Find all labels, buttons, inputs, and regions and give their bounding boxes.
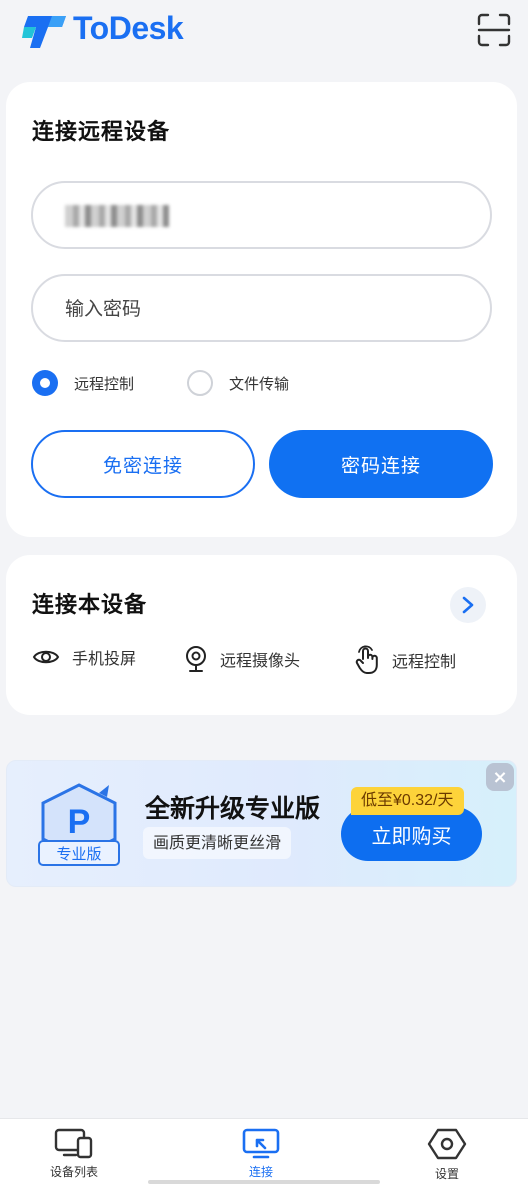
promo-subtitle: 画质更清晰更丝滑 <box>143 827 292 859</box>
bottom-nav: 设备列表 连接 设置 <box>0 1118 528 1184</box>
connect-icon <box>242 1128 280 1159</box>
scan-icon[interactable] <box>476 12 512 48</box>
password-input[interactable] <box>65 294 465 324</box>
settings-hex-icon <box>427 1128 467 1160</box>
nav-label: 连接 <box>248 1165 273 1179</box>
nav-connect[interactable]: 连接 <box>201 1127 321 1180</box>
password-field[interactable] <box>31 274 492 342</box>
feature-label: 手机投屏 <box>72 649 137 668</box>
feature-remote-camera[interactable]: 远程摄像头 <box>184 645 300 673</box>
app-root: ToDesk 连接远程设备 远程控制 文件传输 免密连接 密码连接 连接本设备 … <box>0 0 528 1184</box>
connect-without-password-button[interactable]: 免密连接 <box>31 430 255 498</box>
feature-screen-mirror[interactable]: 手机投屏 <box>32 645 136 669</box>
local-card-title: 连接本设备 <box>32 593 148 618</box>
device-id-masked <box>65 205 169 227</box>
feature-label: 远程控制 <box>392 652 457 671</box>
mode-label: 文件传输 <box>229 374 290 393</box>
nav-settings[interactable]: 设置 <box>387 1127 507 1182</box>
mode-file-transfer[interactable]: 文件传输 <box>187 370 289 396</box>
device-id-field[interactable] <box>31 181 492 249</box>
chevron-right-icon <box>462 596 474 614</box>
pro-upgrade-banner[interactable]: × P 专业版 全新升级专业版 画质更清晰更丝滑 立即购买 低至¥0.32/天 <box>6 760 517 887</box>
header: ToDesk <box>0 0 528 70</box>
nav-label: 设备列表 <box>49 1165 98 1179</box>
price-tag: 低至¥0.32/天 <box>351 787 464 815</box>
svg-text:P: P <box>68 803 91 841</box>
brand-name: ToDesk <box>73 10 184 46</box>
devices-icon <box>54 1128 93 1159</box>
pro-badge-label: 专业版 <box>56 845 101 863</box>
local-device-card: 连接本设备 手机投屏 远程摄像头 远程控制 <box>6 555 517 715</box>
webcam-icon <box>186 646 206 672</box>
radio-selected-icon <box>32 370 58 396</box>
todesk-logo-icon <box>22 16 66 48</box>
mode-label: 远程控制 <box>74 374 135 393</box>
mode-selector: 远程控制 文件传输 <box>32 370 502 398</box>
eye-icon <box>32 650 60 664</box>
mode-remote-control[interactable]: 远程控制 <box>32 370 134 396</box>
promo-title: 全新升级专业版 <box>145 795 321 823</box>
home-indicator <box>148 1180 380 1184</box>
connect-with-password-button[interactable]: 密码连接 <box>269 430 493 498</box>
local-feature-row: 手机投屏 远程摄像头 远程控制 <box>32 645 502 679</box>
buy-now-button[interactable]: 立即购买 <box>341 807 482 861</box>
pro-badge-icon: P 专业版 <box>38 783 120 866</box>
local-card-more-button[interactable] <box>450 587 486 623</box>
feature-label: 远程摄像头 <box>220 651 301 670</box>
remote-connect-card: 连接远程设备 远程控制 文件传输 免密连接 密码连接 <box>6 82 517 537</box>
remote-card-title: 连接远程设备 <box>32 120 171 145</box>
nav-device-list[interactable]: 设备列表 <box>14 1127 134 1180</box>
touch-hand-icon <box>355 645 378 674</box>
radio-unselected-icon <box>187 370 213 396</box>
nav-label: 设置 <box>434 1167 459 1181</box>
feature-remote-control[interactable]: 远程控制 <box>354 645 456 675</box>
close-icon[interactable]: × <box>486 763 514 791</box>
